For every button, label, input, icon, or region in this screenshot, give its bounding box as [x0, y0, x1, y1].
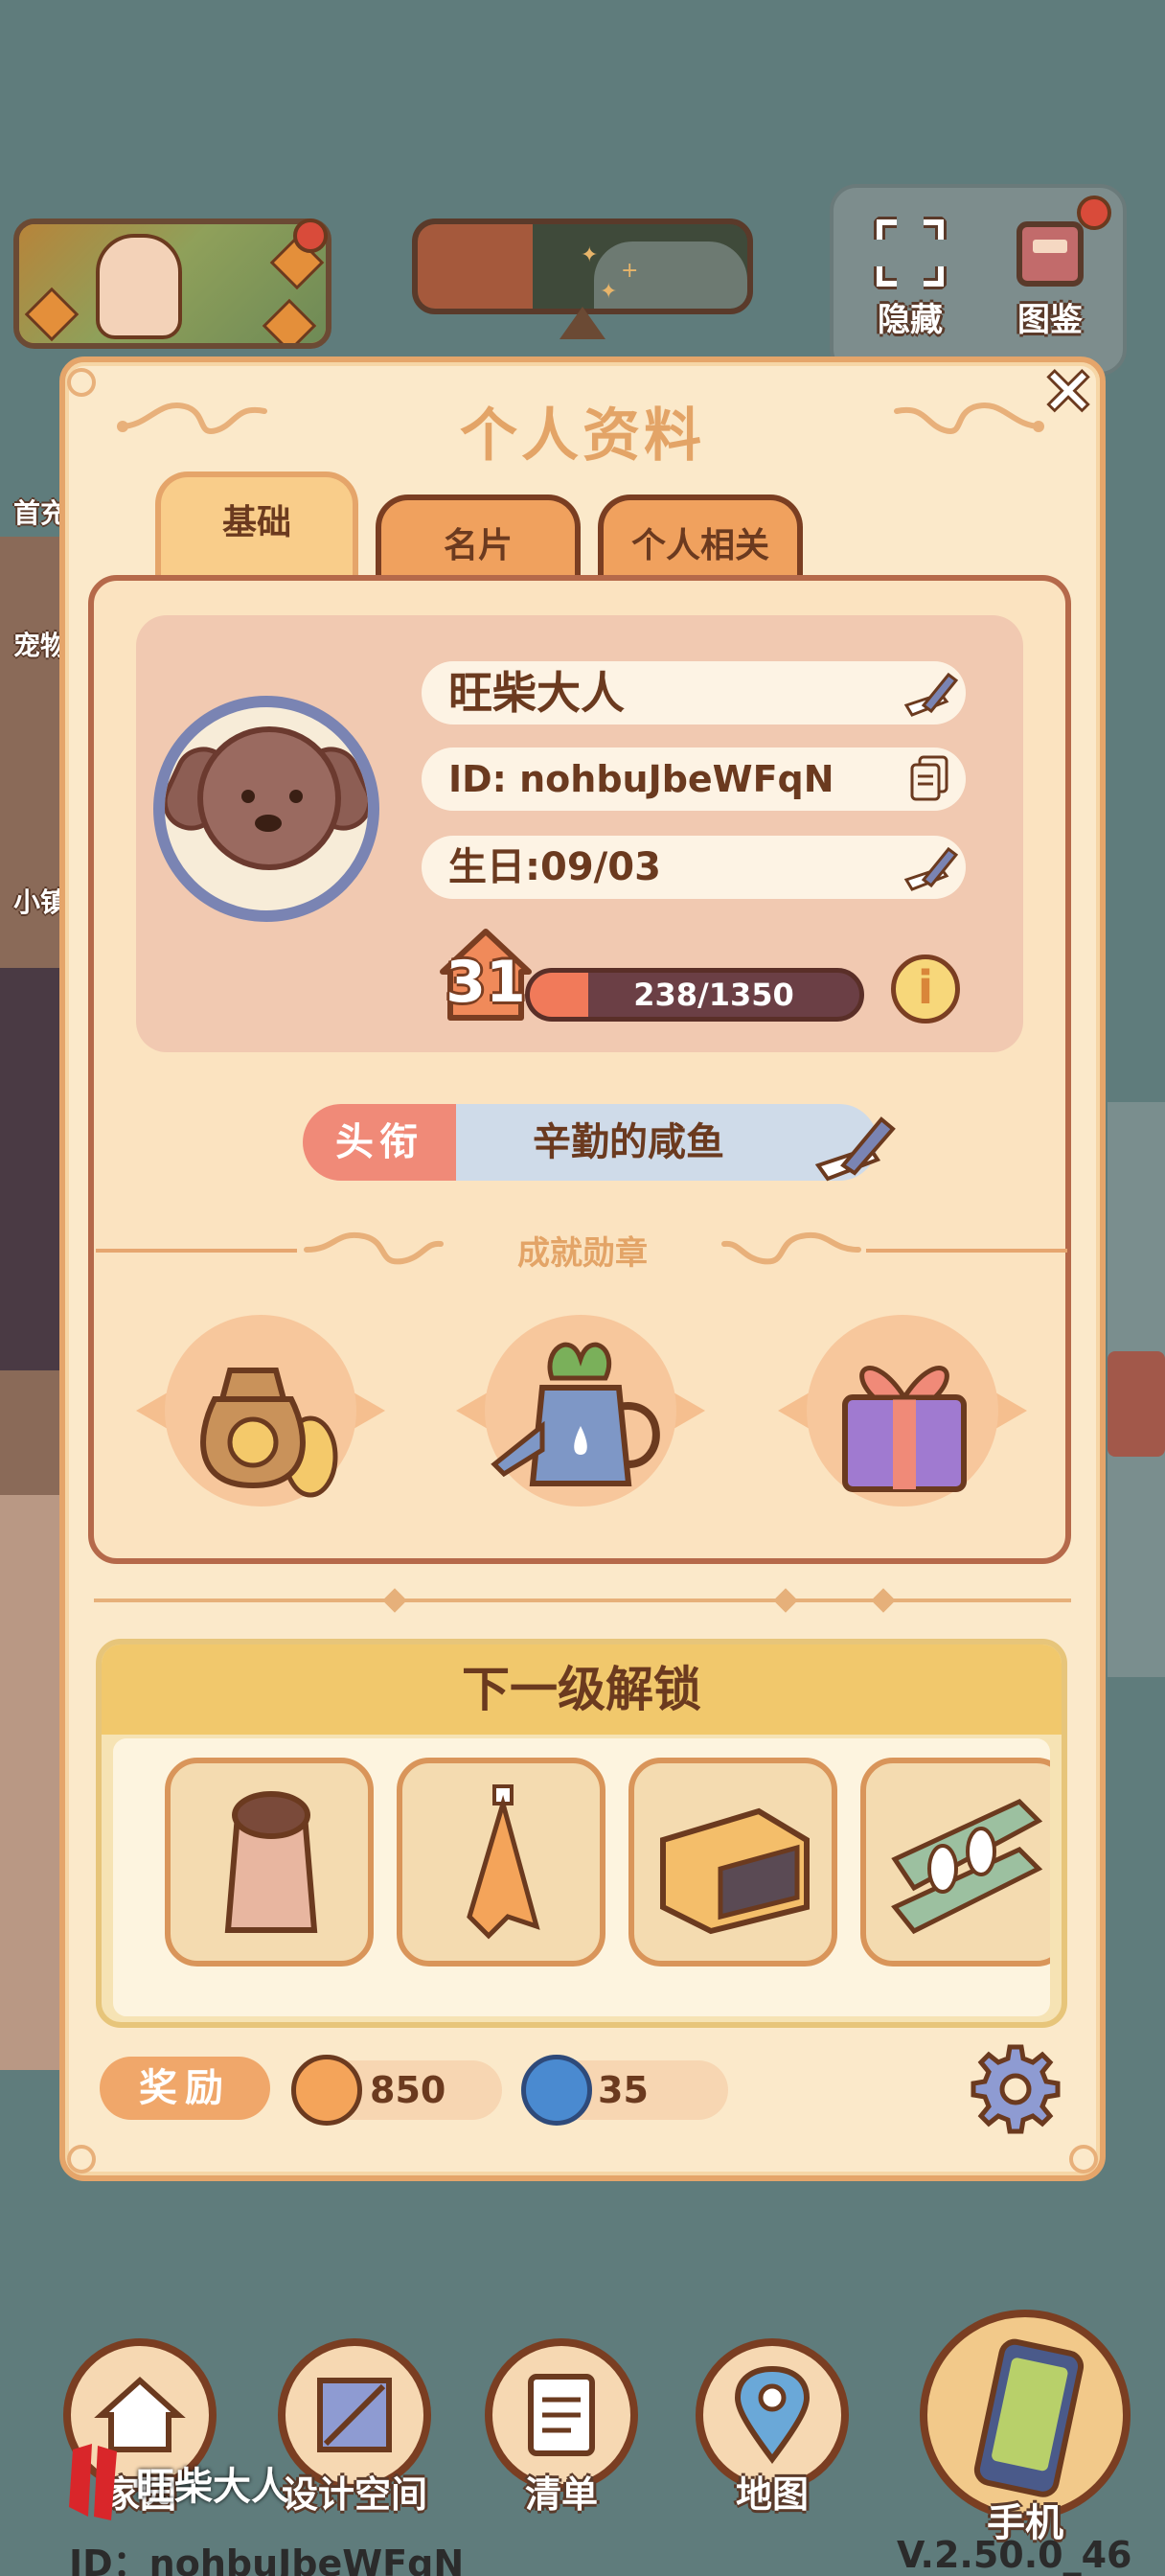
unlock-items-list[interactable]: [113, 1738, 1050, 2016]
unlock-item[interactable]: [860, 1758, 1050, 1966]
reward-label: 奖励: [100, 2057, 270, 2120]
edit-pencil-icon[interactable]: [814, 1110, 901, 1183]
checklist-icon: [528, 2374, 595, 2456]
copy-icon[interactable]: [902, 753, 958, 805]
map-pin-icon: [734, 2365, 811, 2465]
gift-box-medal-icon: [842, 1366, 967, 1492]
birthday-field: 生日:09/03: [422, 836, 966, 899]
coin-amount: 850: [370, 2069, 446, 2111]
hide-button[interactable]: 隐藏: [862, 207, 958, 339]
edit-pencil-icon[interactable]: [902, 667, 958, 719]
corner-ornament: [1069, 2145, 1098, 2174]
level-number: 31: [445, 949, 526, 1016]
star-icon: +: [621, 259, 639, 283]
edit-pencil-icon[interactable]: [902, 841, 958, 893]
character-face: [96, 234, 182, 339]
footer-version: V.2.50.0_46: [897, 2534, 1132, 2576]
gear-icon[interactable]: [968, 2041, 1063, 2137]
weather-time-widget[interactable]: ✦ + ✦: [412, 218, 753, 314]
plate-rack-icon: [891, 1798, 1043, 1935]
watering-can-medal-icon: [491, 1342, 660, 1486]
id-field: ID: nohbuJbeWFqN: [422, 748, 966, 811]
hanging-towel-icon: [467, 1784, 540, 1940]
panel-title: 个人资料: [460, 402, 705, 470]
info-button[interactable]: i: [891, 954, 960, 1024]
money-bag-medal-icon: [200, 1368, 338, 1498]
hide-label: 隐藏: [878, 301, 943, 339]
notification-dot: [1077, 196, 1111, 230]
album-label: 图鉴: [1017, 301, 1083, 339]
name-field: 旺柴大人: [422, 661, 966, 724]
medal-gift-box[interactable]: [768, 1311, 1037, 1541]
gem-amount: 35: [598, 2069, 649, 2111]
title-tag-label: 头衔: [303, 1104, 456, 1181]
player-name: 旺柴大人: [448, 667, 625, 719]
nav-checklist[interactable]: 清单: [485, 2338, 638, 2516]
player-birthday: 生日:09/03: [448, 845, 661, 889]
blueprint-icon: [317, 2378, 392, 2452]
tab-basic[interactable]: 基础: [155, 472, 358, 577]
book-icon: [1017, 221, 1084, 287]
dog-avatar-icon: [197, 726, 341, 870]
footer-player-id: ID：nohbuJbeWFqN: [69, 2542, 465, 2576]
nav-map-label: 地图: [735, 2473, 809, 2516]
unlock-item[interactable]: [628, 1758, 837, 1966]
close-button[interactable]: ✕: [1035, 362, 1102, 429]
swirl-gem-icon: [521, 2055, 592, 2126]
corner-ornament: [67, 2145, 96, 2174]
xp-text: 238/1350: [633, 977, 794, 1013]
achievements-heading: 成就勋章: [517, 1234, 648, 1273]
nav-design-space[interactable]: 设计空间: [278, 2338, 431, 2516]
scan-frame-icon: [874, 217, 947, 289]
world-right-scenery: [1108, 1102, 1165, 1677]
medal-money-bag[interactable]: [126, 1311, 395, 1541]
coin-icon: [291, 2055, 362, 2126]
unlock-heading: 下一级解锁: [102, 1644, 1062, 1735]
nav-checklist-label: 清单: [524, 2473, 598, 2516]
xp-progress-bar: 238/1350: [525, 968, 864, 1022]
world-building: [0, 968, 67, 1370]
player-id: ID: nohbuJbeWFqN: [448, 758, 834, 800]
world-left-scenery: [0, 537, 67, 2070]
title-tag: 头衔 辛勤的咸鱼: [303, 1104, 878, 1181]
avatar[interactable]: [153, 696, 379, 922]
nav-map[interactable]: 地图: [696, 2338, 849, 2516]
unlock-item[interactable]: [165, 1758, 374, 1966]
star-icon: ✦: [600, 280, 618, 304]
phone-icon: [973, 2338, 1085, 2497]
world-furniture: [1108, 1351, 1165, 1457]
unlock-item[interactable]: [397, 1758, 605, 1966]
medal-watering-can[interactable]: [446, 1311, 715, 1541]
phone-button[interactable]: [920, 2310, 1131, 2520]
watermark-name: 旺柴大人: [136, 2465, 289, 2509]
divider: [94, 1598, 1071, 1602]
brand-logo-icon: [69, 2444, 117, 2520]
oven-icon: [660, 1807, 810, 1935]
character-portrait-card[interactable]: [13, 218, 331, 349]
next-level-unlock-section: 下一级解锁: [96, 1639, 1067, 2028]
dropdown-arrow-icon[interactable]: [560, 307, 605, 339]
notification-dot: [293, 218, 328, 253]
world-floor: [0, 1495, 67, 2070]
star-icon: ✦: [581, 243, 599, 267]
salt-shaker-icon: [224, 1791, 318, 1933]
